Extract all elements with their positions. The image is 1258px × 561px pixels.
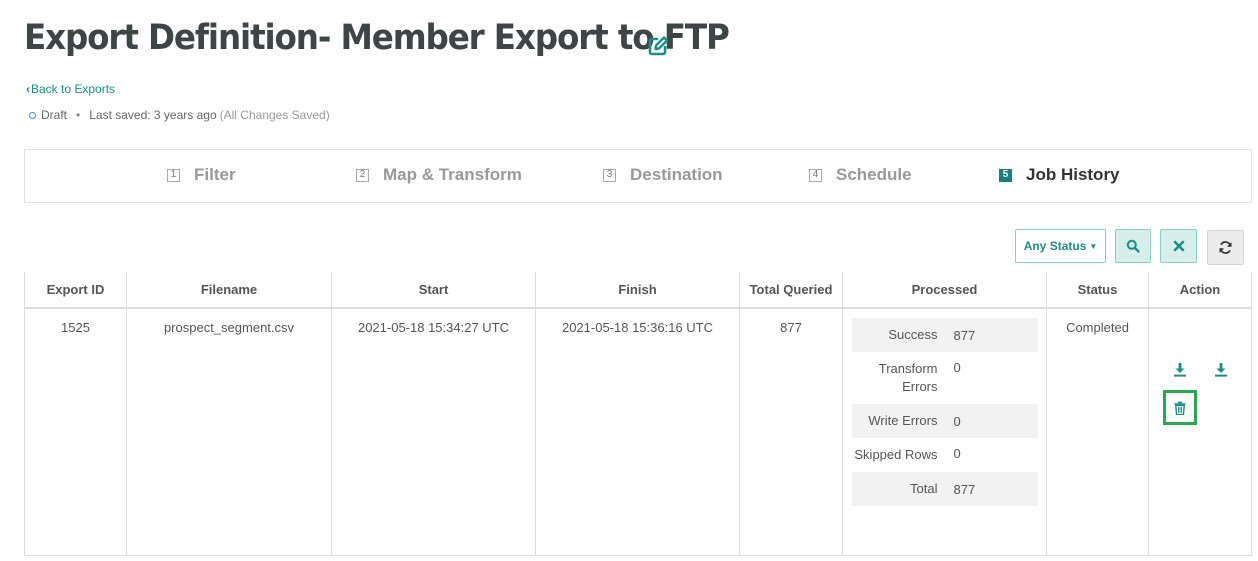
step-number: 3: [603, 168, 616, 182]
page-title: Export Definition- Member Export to FTP: [24, 18, 730, 58]
step-label: Destination: [630, 165, 723, 184]
step-destination[interactable]: 3 Destination: [603, 165, 723, 185]
back-to-exports-link[interactable]: ‹Back to Exports: [26, 82, 115, 96]
processed-label: Transform Errors: [878, 361, 938, 394]
separator-dot: •: [76, 108, 81, 122]
column-header-filename[interactable]: Filename: [126, 272, 332, 309]
back-link-label: Back to Exports: [31, 82, 116, 96]
column-header-status[interactable]: Status: [1046, 272, 1149, 309]
start-cell: 2021-05-18 15:34:27 UTC: [331, 307, 536, 556]
chevron-left-icon: ‹: [26, 82, 30, 96]
draft-label: Draft: [41, 108, 68, 122]
wizard-steps: 1 Filter 2 Map & Transform 3 Destination…: [24, 149, 1252, 203]
processed-value: 877: [953, 481, 976, 497]
search-button[interactable]: [1115, 229, 1151, 263]
processed-value: 0: [953, 446, 961, 461]
step-number: 1: [167, 168, 180, 182]
processed-row-transform-errors: Transform Errors 0: [852, 352, 1038, 404]
column-header-action: Action: [1148, 272, 1252, 309]
processed-row-success: Success 877: [851, 318, 1038, 352]
export-id-cell: 1525: [24, 307, 127, 556]
column-header-total-queried[interactable]: Total Queried: [739, 272, 843, 309]
processed-row-total: Total 877: [851, 472, 1038, 506]
step-job-history[interactable]: 5 Job History: [999, 165, 1120, 185]
step-number: 5: [999, 168, 1012, 182]
processed-label: Write Errors: [868, 413, 938, 428]
status-cell: Completed: [1046, 307, 1149, 556]
job-history-table: Export ID Filename Start Finish Total Qu…: [24, 272, 1252, 556]
table-header-row: Export ID Filename Start Finish Total Qu…: [24, 272, 1252, 309]
status-filter-dropdown[interactable]: Any Status ▼: [1015, 229, 1106, 263]
processed-value: 0: [953, 360, 961, 375]
step-number: 4: [809, 168, 822, 182]
refresh-icon: [1219, 241, 1232, 254]
draft-status-icon: [29, 111, 36, 119]
trash-icon: [1174, 401, 1186, 415]
save-status: Draft • Last saved: 3 years ago (All Cha…: [29, 108, 330, 122]
clear-filter-button[interactable]: [1160, 229, 1197, 263]
processed-label: Total: [910, 481, 938, 496]
caret-down-icon: ▼: [1089, 241, 1098, 251]
download-icon[interactable]: [1214, 362, 1228, 377]
total-queried-cell: 877: [739, 307, 843, 556]
column-header-export-id[interactable]: Export ID: [24, 272, 127, 309]
action-cell: [1148, 307, 1252, 556]
step-map-transform[interactable]: 2 Map & Transform: [356, 165, 522, 185]
processed-cell: Success 877 Transform Errors 0 Write Err…: [842, 307, 1047, 556]
column-header-finish[interactable]: Finish: [535, 272, 740, 309]
processed-row-skipped-rows: Skipped Rows 0: [852, 438, 1038, 472]
delete-job-button[interactable]: [1163, 390, 1197, 425]
download-icon[interactable]: [1173, 362, 1187, 377]
column-header-start[interactable]: Start: [331, 272, 536, 309]
close-icon: [1173, 240, 1184, 252]
step-schedule[interactable]: 4 Schedule: [809, 165, 912, 185]
processed-row-write-errors: Write Errors 0: [851, 404, 1038, 438]
step-label: Job History: [1026, 165, 1120, 184]
processed-value: 877: [953, 327, 976, 343]
step-label: Map & Transform: [383, 165, 522, 184]
processed-summary: Success 877 Transform Errors 0 Write Err…: [851, 318, 1038, 506]
finish-cell: 2021-05-18 15:36:16 UTC: [535, 307, 740, 556]
step-label: Filter: [194, 165, 236, 184]
processed-label: Success: [888, 327, 938, 342]
edit-icon[interactable]: [646, 34, 670, 58]
status-filter-label: Any Status: [1023, 239, 1087, 253]
saved-note: (All Changes Saved): [219, 108, 330, 122]
column-header-processed[interactable]: Processed: [842, 272, 1047, 309]
processed-value: 0: [953, 413, 961, 429]
refresh-button[interactable]: [1207, 230, 1244, 265]
step-filter[interactable]: 1 Filter: [167, 165, 236, 185]
step-number: 2: [356, 168, 369, 182]
table-row: 1525 prospect_segment.csv 2021-05-18 15:…: [24, 307, 1252, 556]
processed-label: Skipped Rows: [854, 447, 938, 462]
last-saved-label: Last saved: 3 years ago: [89, 108, 217, 122]
step-label: Schedule: [836, 165, 912, 184]
filename-cell: prospect_segment.csv: [126, 307, 332, 556]
search-icon: [1126, 239, 1140, 253]
